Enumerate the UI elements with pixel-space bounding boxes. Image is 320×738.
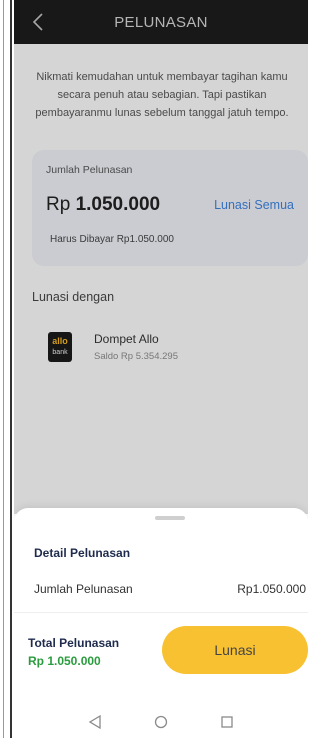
nav-recents-button[interactable] bbox=[217, 712, 237, 732]
nav-home-button[interactable] bbox=[151, 712, 171, 732]
divider bbox=[14, 612, 308, 613]
system-navbar bbox=[14, 706, 308, 738]
bottom-sheet: Detail Pelunasan Jumlah Pelunasan Rp1.05… bbox=[14, 508, 308, 738]
detail-title: Detail Pelunasan bbox=[34, 546, 131, 560]
phone-screen: PELUNASAN Nikmati kemudahan untuk membay… bbox=[14, 0, 308, 738]
outer-frame bbox=[0, 0, 14, 738]
total-value: Rp 1.050.000 bbox=[28, 654, 101, 668]
lunasi-button[interactable]: Lunasi bbox=[162, 626, 308, 674]
frame-line-thin bbox=[3, 0, 4, 738]
total-label: Total Pelunasan bbox=[28, 636, 120, 650]
drag-handle[interactable] bbox=[155, 516, 185, 520]
sheet-footer: Total Pelunasan Rp 1.050.000 Lunasi bbox=[14, 614, 308, 698]
recents-square-icon bbox=[221, 716, 233, 728]
detail-row-value: Rp1.050.000 bbox=[237, 582, 306, 596]
modal-overlay[interactable] bbox=[14, 0, 308, 514]
home-circle-icon bbox=[154, 715, 168, 729]
nav-back-button[interactable] bbox=[85, 712, 105, 732]
back-triangle-icon bbox=[88, 715, 101, 729]
frame-line bbox=[10, 0, 12, 738]
detail-row-label: Jumlah Pelunasan bbox=[34, 582, 133, 596]
